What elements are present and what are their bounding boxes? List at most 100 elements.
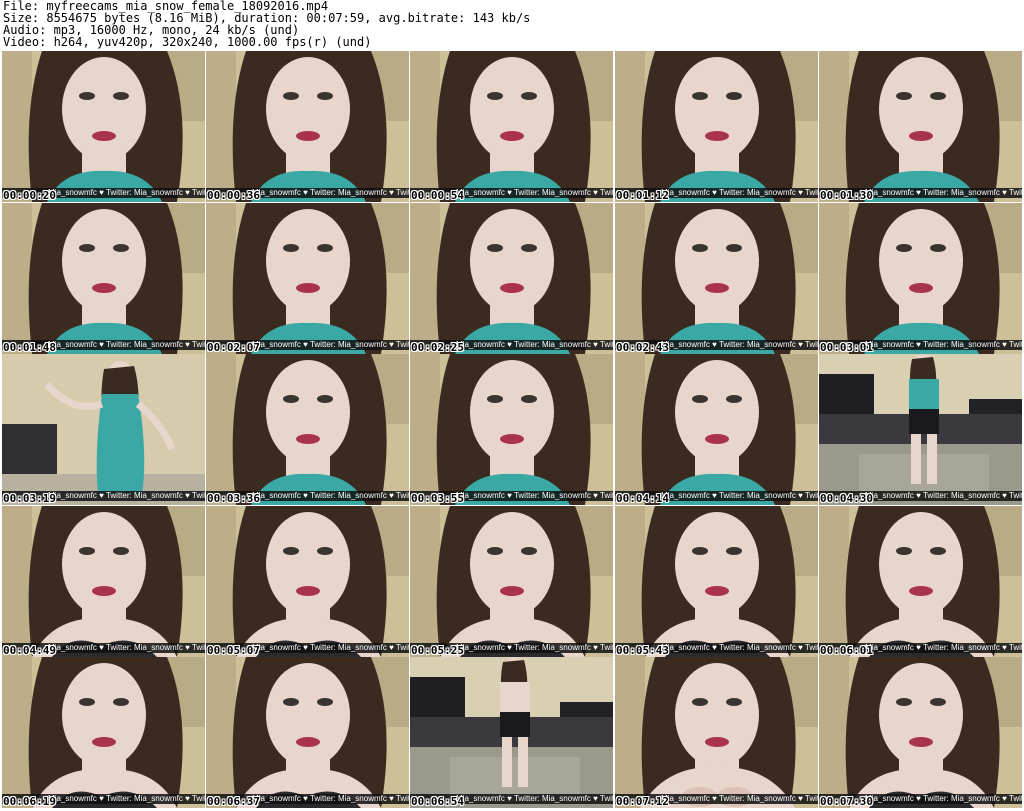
video-thumbnail: Mia_snowmfc ♥ Twitter: Mia_snowmfc ♥ Twi… <box>2 354 205 505</box>
caption-text: Mia_snowmfc ♥ Twitter: Mia_snowmfc ♥ Twi… <box>252 794 409 803</box>
caption-text: Mia_snowmfc ♥ Twitter: Mia_snowmfc ♥ Twi… <box>865 188 1022 197</box>
thumbnail-frame-image <box>206 51 409 202</box>
thumbnail-timestamp: 00:03:19 <box>3 492 56 505</box>
thumbnail-timestamp: 00:03:36 <box>207 492 260 505</box>
thumbnail-timestamp: 00:06:01 <box>820 644 873 657</box>
thumbnail-frame-image <box>206 657 409 808</box>
caption-text: Mia_snowmfc ♥ Twitter: Mia_snowmfc ♥ Twi… <box>456 188 613 197</box>
caption-text: Mia_snowmfc ♥ Twitter: Mia_snowmfc ♥ Twi… <box>48 188 205 197</box>
thumbnail-timestamp: 00:04:30 <box>820 492 873 505</box>
thumbnail-frame-image <box>2 657 205 808</box>
thumbnail-frame-image <box>819 657 1022 808</box>
thumbnail-timestamp: 00:00:54 <box>411 189 464 202</box>
thumbnail-timestamp: 00:06:37 <box>207 795 260 808</box>
video-thumbnail: Mia_snowmfc ♥ Twitter: Mia_snowmfc ♥ Twi… <box>615 51 818 202</box>
video-thumbnail: Mia_snowmfc ♥ Twitter: Mia_snowmfc ♥ Twi… <box>615 506 818 657</box>
thumbnail-frame-image <box>206 203 409 354</box>
caption-text: Mia_snowmfc ♥ Twitter: Mia_snowmfc ♥ Twi… <box>661 340 818 349</box>
caption-text: Mia_snowmfc ♥ Twitter: Mia_snowmfc ♥ Twi… <box>661 491 818 500</box>
thumbnail-timestamp: 00:07:30 <box>820 795 873 808</box>
caption-text: Mia_snowmfc ♥ Twitter: Mia_snowmfc ♥ Twi… <box>252 188 409 197</box>
caption-text: Mia_snowmfc ♥ Twitter: Mia_snowmfc ♥ Twi… <box>661 794 818 803</box>
caption-text: Mia_snowmfc ♥ Twitter: Mia_snowmfc ♥ Twi… <box>661 643 818 652</box>
thumbnail-timestamp: 00:01:12 <box>616 189 669 202</box>
video-thumbnail: Mia_snowmfc ♥ Twitter: Mia_snowmfc ♥ Twi… <box>819 203 1022 354</box>
caption-text: Mia_snowmfc ♥ Twitter: Mia_snowmfc ♥ Twi… <box>48 491 205 500</box>
video-thumbnail: Mia_snowmfc ♥ Twitter: Mia_snowmfc ♥ Twi… <box>206 203 409 354</box>
thumbnail-timestamp: 00:05:25 <box>411 644 464 657</box>
file-info-header: File: myfreecams_mia_snow_female_1809201… <box>3 0 1021 50</box>
caption-text: Mia_snowmfc ♥ Twitter: Mia_snowmfc ♥ Twi… <box>48 340 205 349</box>
thumbnail-timestamp: 00:02:25 <box>411 341 464 354</box>
video-thumbnail: Mia_snowmfc ♥ Twitter: Mia_snowmfc ♥ Twi… <box>615 354 818 505</box>
thumbnail-timestamp: 00:02:43 <box>616 341 669 354</box>
thumbnail-frame-image <box>410 506 613 657</box>
video-thumbnail: Mia_snowmfc ♥ Twitter: Mia_snowmfc ♥ Twi… <box>410 354 613 505</box>
caption-text: Mia_snowmfc ♥ Twitter: Mia_snowmfc ♥ Twi… <box>456 794 613 803</box>
thumbnail-frame-image <box>615 203 818 354</box>
video-thumbnail: Mia_snowmfc ♥ Twitter: Mia_snowmfc ♥ Twi… <box>819 657 1022 808</box>
caption-text: Mia_snowmfc ♥ Twitter: Mia_snowmfc ♥ Twi… <box>456 340 613 349</box>
caption-text: Mia_snowmfc ♥ Twitter: Mia_snowmfc ♥ Twi… <box>865 491 1022 500</box>
thumbnail-frame-image <box>615 51 818 202</box>
thumbnail-frame-image <box>410 203 613 354</box>
thumbnail-frame-image <box>819 51 1022 202</box>
caption-text: Mia_snowmfc ♥ Twitter: Mia_snowmfc ♥ Twi… <box>661 188 818 197</box>
video-thumbnail: Mia_snowmfc ♥ Twitter: Mia_snowmfc ♥ Twi… <box>2 203 205 354</box>
caption-text: Mia_snowmfc ♥ Twitter: Mia_snowmfc ♥ Twi… <box>48 794 205 803</box>
thumbnail-timestamp: 00:06:54 <box>411 795 464 808</box>
caption-text: Mia_snowmfc ♥ Twitter: Mia_snowmfc ♥ Twi… <box>252 340 409 349</box>
thumbnail-frame-image <box>819 203 1022 354</box>
thumbnail-frame-image <box>615 657 818 808</box>
video-thumbnail: Mia_snowmfc ♥ Twitter: Mia_snowmfc ♥ Twi… <box>615 657 818 808</box>
thumbnail-timestamp: 00:04:49 <box>3 644 56 657</box>
video-thumbnail: Mia_snowmfc ♥ Twitter: Mia_snowmfc ♥ Twi… <box>819 354 1022 505</box>
video-thumbnail: Mia_snowmfc ♥ Twitter: Mia_snowmfc ♥ Twi… <box>410 203 613 354</box>
thumbnail-frame-image <box>410 51 613 202</box>
thumbnail-frame-image <box>2 506 205 657</box>
video-thumbnail: Mia_snowmfc ♥ Twitter: Mia_snowmfc ♥ Twi… <box>2 657 205 808</box>
video-thumbnail: Mia_snowmfc ♥ Twitter: Mia_snowmfc ♥ Twi… <box>206 506 409 657</box>
thumbnail-frame-image <box>819 354 1022 505</box>
video-thumbnail: Mia_snowmfc ♥ Twitter: Mia_snowmfc ♥ Twi… <box>819 51 1022 202</box>
thumbnail-timestamp: 00:02:07 <box>207 341 260 354</box>
thumbnail-timestamp: 00:03:55 <box>411 492 464 505</box>
thumbnail-timestamp: 00:07:12 <box>616 795 669 808</box>
thumbnail-timestamp: 00:03:01 <box>820 341 873 354</box>
thumbnail-timestamp: 00:04:14 <box>616 492 669 505</box>
thumbnail-frame-image <box>819 506 1022 657</box>
caption-text: Mia_snowmfc ♥ Twitter: Mia_snowmfc ♥ Twi… <box>865 794 1022 803</box>
thumbnail-frame-image <box>615 506 818 657</box>
thumbnail-frame-image <box>410 354 613 505</box>
video-thumbnail: Mia_snowmfc ♥ Twitter: Mia_snowmfc ♥ Twi… <box>615 203 818 354</box>
thumbnail-timestamp: 00:00:20 <box>3 189 56 202</box>
thumbnail-timestamp: 00:06:19 <box>3 795 56 808</box>
caption-text: Mia_snowmfc ♥ Twitter: Mia_snowmfc ♥ Twi… <box>456 491 613 500</box>
video-thumbnail: Mia_snowmfc ♥ Twitter: Mia_snowmfc ♥ Twi… <box>206 657 409 808</box>
video-info-line: Video: h264, yuv420p, 320x240, 1000.00 f… <box>3 35 372 49</box>
video-thumbnail: Mia_snowmfc ♥ Twitter: Mia_snowmfc ♥ Twi… <box>206 51 409 202</box>
video-thumbnail: Mia_snowmfc ♥ Twitter: Mia_snowmfc ♥ Twi… <box>206 354 409 505</box>
thumbnail-grid: Mia_snowmfc ♥ Twitter: Mia_snowmfc ♥ Twi… <box>2 51 1022 809</box>
thumbnail-frame-image <box>410 657 613 808</box>
caption-text: Mia_snowmfc ♥ Twitter: Mia_snowmfc ♥ Twi… <box>48 643 205 652</box>
thumbnail-frame-image <box>2 354 205 505</box>
video-thumbnail: Mia_snowmfc ♥ Twitter: Mia_snowmfc ♥ Twi… <box>410 657 613 808</box>
thumbnail-frame-image <box>615 354 818 505</box>
thumbnail-frame-image <box>206 354 409 505</box>
thumbnail-frame-image <box>2 51 205 202</box>
thumbnail-timestamp: 00:01:30 <box>820 189 873 202</box>
caption-text: Mia_snowmfc ♥ Twitter: Mia_snowmfc ♥ Twi… <box>865 643 1022 652</box>
caption-text: Mia_snowmfc ♥ Twitter: Mia_snowmfc ♥ Twi… <box>252 643 409 652</box>
thumbnail-timestamp: 00:00:36 <box>207 189 260 202</box>
video-thumbnail: Mia_snowmfc ♥ Twitter: Mia_snowmfc ♥ Twi… <box>819 506 1022 657</box>
video-thumbnail: Mia_snowmfc ♥ Twitter: Mia_snowmfc ♥ Twi… <box>2 506 205 657</box>
video-thumbnail: Mia_snowmfc ♥ Twitter: Mia_snowmfc ♥ Twi… <box>410 51 613 202</box>
caption-text: Mia_snowmfc ♥ Twitter: Mia_snowmfc ♥ Twi… <box>456 643 613 652</box>
video-thumbnail: Mia_snowmfc ♥ Twitter: Mia_snowmfc ♥ Twi… <box>410 506 613 657</box>
caption-text: Mia_snowmfc ♥ Twitter: Mia_snowmfc ♥ Twi… <box>252 491 409 500</box>
thumbnail-timestamp: 00:05:07 <box>207 644 260 657</box>
thumbnail-frame-image <box>206 506 409 657</box>
caption-text: Mia_snowmfc ♥ Twitter: Mia_snowmfc ♥ Twi… <box>865 340 1022 349</box>
thumbnail-timestamp: 00:05:43 <box>616 644 669 657</box>
